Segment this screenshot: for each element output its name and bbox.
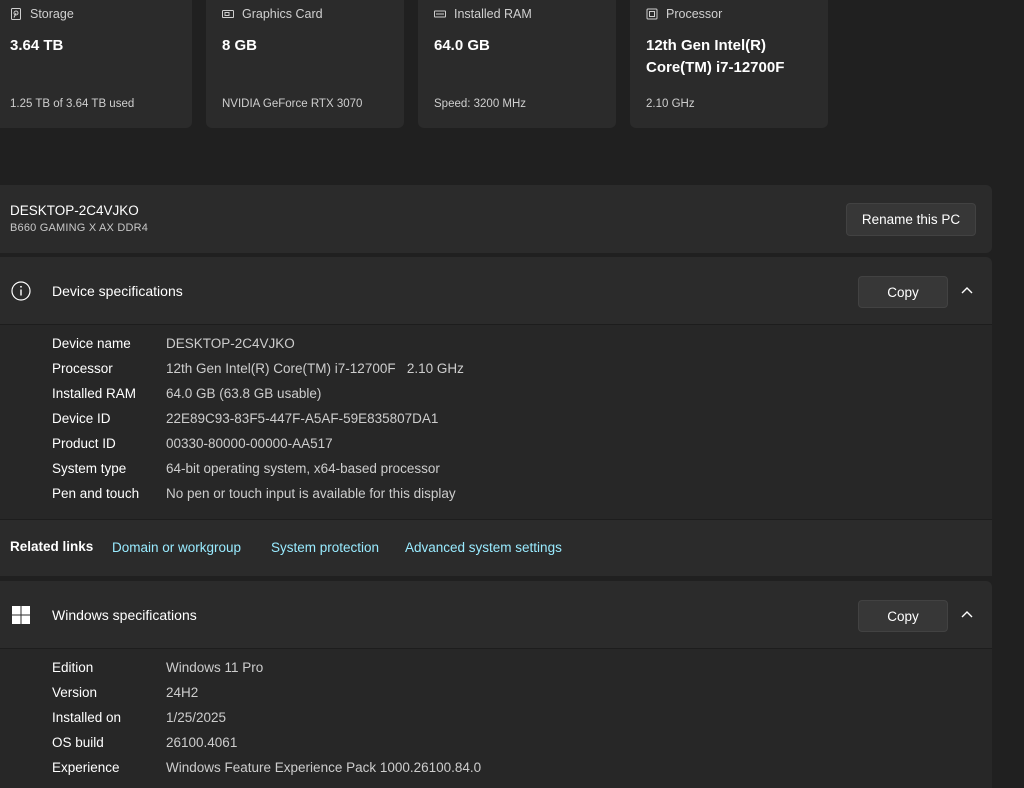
storage-icon	[11, 8, 21, 20]
domain-or-workgroup-link[interactable]: Domain or workgroup	[112, 540, 241, 555]
processor-icon	[646, 8, 658, 20]
device-specifications-title: Device specifications	[52, 283, 183, 299]
spec-key: System type	[52, 461, 127, 476]
system-protection-link[interactable]: System protection	[271, 540, 379, 555]
ram-icon	[434, 10, 446, 18]
spec-key: Pen and touch	[52, 486, 140, 501]
rename-pc-button[interactable]: Rename this PC	[846, 203, 976, 236]
spec-value[interactable]: Windows Feature Experience Pack 1000.261…	[166, 760, 481, 775]
spec-key: Experience	[52, 760, 120, 775]
processor-value-line1: 12th Gen Intel(R)	[646, 37, 767, 54]
pc-name: DESKTOP-2C4VJKO	[10, 203, 139, 218]
spec-value[interactable]: 64.0 GB (63.8 GB usable)	[166, 386, 321, 401]
pc-name-bar: DESKTOP-2C4VJKO B660 GAMING X AX DDR4 Re…	[0, 185, 992, 253]
spec-value[interactable]: 12th Gen Intel(R) Core(TM) i7-12700F 2.1…	[166, 361, 464, 376]
graphics-card-card[interactable]: Graphics Card 8 GB NVIDIA GeForce RTX 30…	[206, 0, 404, 128]
spec-key: Product ID	[52, 436, 116, 451]
ram-value: 64.0 GB	[434, 37, 490, 54]
windows-specifications-title: Windows specifications	[52, 607, 197, 623]
storage-sub: 1.25 TB of 3.64 TB used	[10, 98, 135, 110]
info-icon	[11, 281, 31, 301]
processor-sub: 2.10 GHz	[646, 98, 695, 110]
spec-key: Device ID	[52, 411, 111, 426]
spec-value[interactable]: 26100.4061	[166, 735, 237, 750]
processor-card[interactable]: Processor 12th Gen Intel(R) Core(TM) i7-…	[630, 0, 828, 128]
windows-specifications-section: Windows specifications Copy Edition Wind…	[0, 581, 992, 788]
related-links-label: Related links	[10, 539, 94, 554]
windows-specifications-body: Edition Windows 11 Pro Version 24H2 Inst…	[0, 649, 992, 788]
storage-title: Storage	[30, 7, 74, 21]
device-specifications-header[interactable]: Device specifications Copy	[0, 257, 992, 324]
storage-value: 3.64 TB	[10, 37, 64, 54]
related-links-bar: Related links Domain or workgroup System…	[0, 519, 992, 576]
processor-value-line2: Core(TM) i7-12700F	[646, 59, 785, 76]
graphics-card-title: Graphics Card	[242, 7, 323, 21]
spec-value[interactable]: 64-bit operating system, x64-based proce…	[166, 461, 440, 476]
spec-key: Version	[52, 685, 98, 700]
ram-sub: Speed: 3200 MHz	[434, 98, 527, 110]
spec-key: Device name	[52, 336, 131, 351]
spec-value[interactable]: Windows 11 Pro	[166, 660, 263, 675]
windows-logo-icon	[12, 606, 30, 624]
graphics-card-value: 8 GB	[222, 37, 258, 54]
spec-key: Installed RAM	[52, 386, 137, 401]
graphics-card-sub: NVIDIA GeForce RTX 3070	[222, 98, 363, 110]
spec-key: OS build	[52, 735, 104, 750]
device-specifications-section: Device specifications Copy Device name D…	[0, 257, 992, 519]
spec-value[interactable]: 00330-80000-00000-AA517	[166, 436, 333, 451]
processor-title: Processor	[666, 7, 723, 21]
spec-value[interactable]: 24H2	[166, 685, 198, 700]
spec-value[interactable]: 1/25/2025	[166, 710, 226, 725]
processor-value: 12th Gen Intel(R) Core(TM) i7-12700F	[646, 35, 784, 79]
device-specifications-body: Device name DESKTOP-2C4VJKO Processor 12…	[0, 325, 992, 519]
graphics-card-icon	[222, 10, 234, 18]
spec-key: Processor	[52, 361, 113, 376]
chevron-up-icon[interactable]	[958, 607, 976, 621]
ram-title: Installed RAM	[454, 7, 532, 21]
windows-specifications-header[interactable]: Windows specifications Copy	[0, 581, 992, 648]
pc-model: B660 GAMING X AX DDR4	[10, 222, 149, 234]
spec-value[interactable]: 22E89C93-83F5-447F-A5AF-59E835807DA1	[166, 411, 438, 426]
chevron-up-icon[interactable]	[958, 283, 976, 297]
storage-card[interactable]: Storage 3.64 TB 1.25 TB of 3.64 TB used	[0, 0, 192, 128]
copy-device-specs-button[interactable]: Copy	[858, 276, 948, 308]
spec-key: Installed on	[52, 710, 122, 725]
advanced-system-settings-link[interactable]: Advanced system settings	[405, 540, 562, 555]
copy-windows-specs-button[interactable]: Copy	[858, 600, 948, 632]
spec-value[interactable]: No pen or touch input is available for t…	[166, 486, 456, 501]
spec-value[interactable]: DESKTOP-2C4VJKO	[166, 336, 295, 351]
ram-card[interactable]: Installed RAM 64.0 GB Speed: 3200 MHz	[418, 0, 616, 128]
spec-key: Edition	[52, 660, 94, 675]
summary-cards: Storage 3.64 TB 1.25 TB of 3.64 TB used …	[0, 0, 1024, 128]
